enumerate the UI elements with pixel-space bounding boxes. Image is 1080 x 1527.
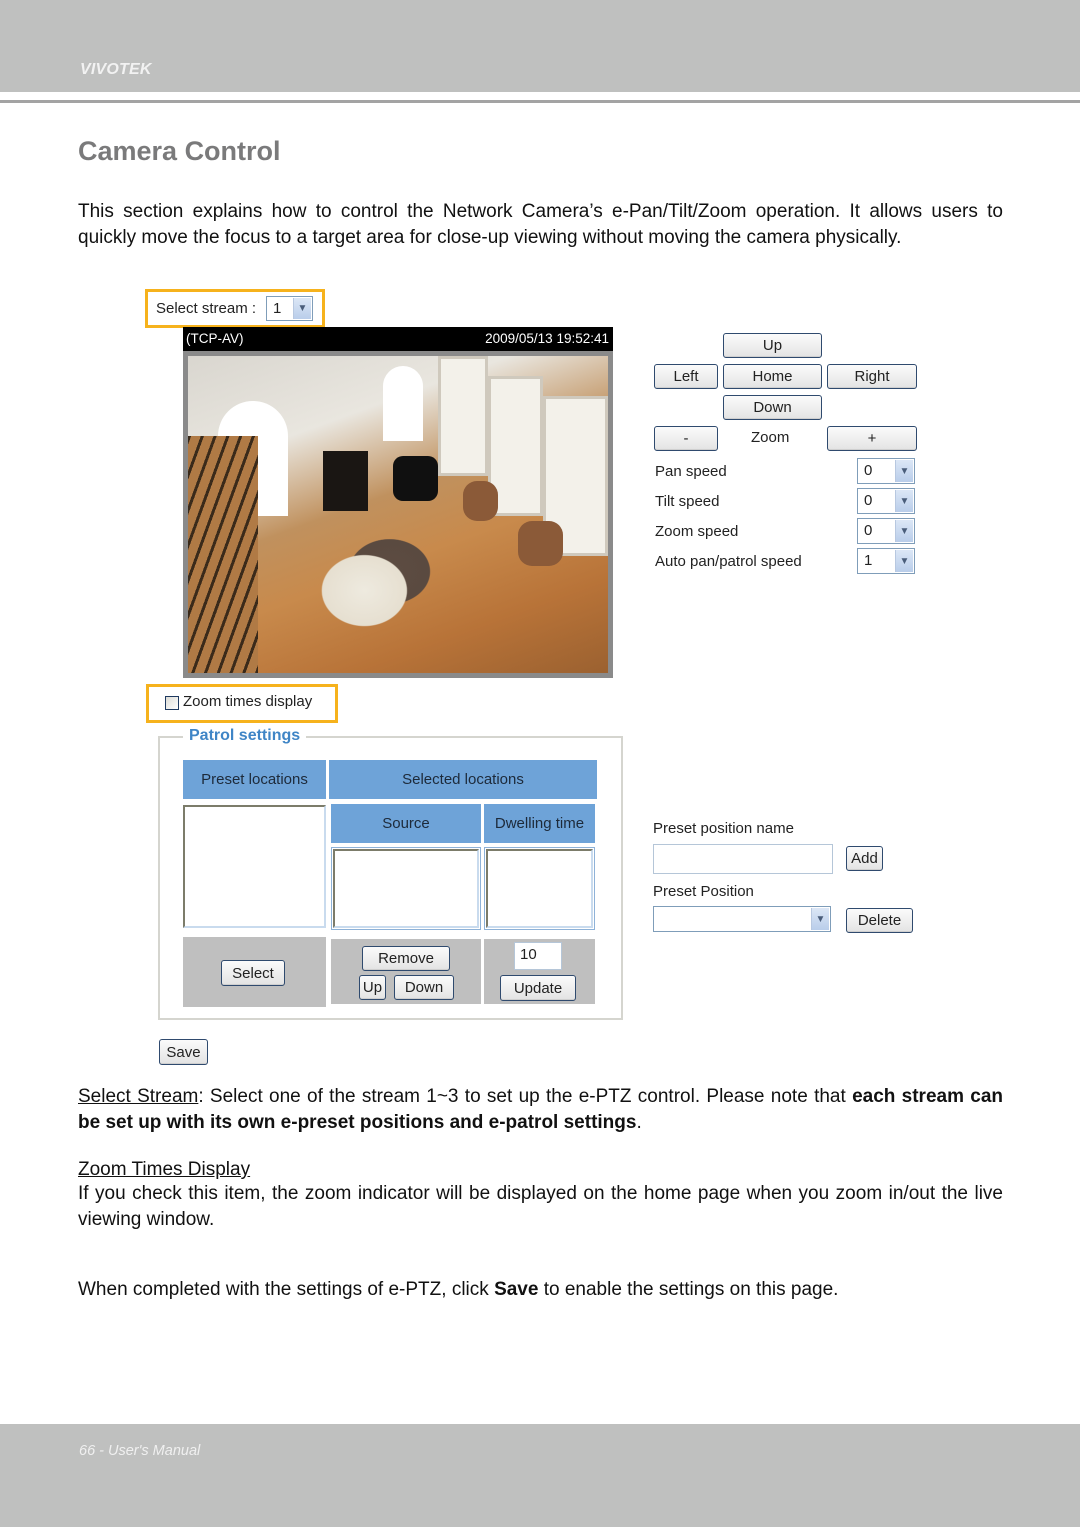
page-number: 66 - User's Manual xyxy=(79,1443,201,1459)
chevron-down-icon: ▼ xyxy=(811,908,829,930)
dwelling-time-list[interactable] xyxy=(486,849,593,928)
select-stream-paragraph: Select Stream: Select one of the stream … xyxy=(78,1084,1003,1135)
tilt-speed-dropdown[interactable]: 0 ▼ xyxy=(857,488,915,514)
camera-view[interactable]: (TCP-AV) 2009/05/13 19:52:41 xyxy=(183,327,613,678)
preset-locations-header: Preset locations xyxy=(183,760,326,799)
dwelling-list-wrap xyxy=(484,847,595,930)
preset-position-label: Preset Position xyxy=(653,883,754,900)
zoom-times-paragraph: If you check this item, the zoom indicat… xyxy=(78,1183,1003,1230)
header-divider xyxy=(0,100,1080,103)
pan-speed-label: Pan speed xyxy=(655,463,727,480)
home-button[interactable]: Home xyxy=(723,364,822,389)
preset-name-input[interactable] xyxy=(653,844,833,874)
move-up-button[interactable]: Up xyxy=(359,975,386,1000)
camera-info-bar: (TCP-AV) 2009/05/13 19:52:41 xyxy=(183,327,613,351)
preset-locations-list[interactable] xyxy=(183,805,326,928)
preset-position-dropdown[interactable]: ▼ xyxy=(653,906,831,932)
select-stream-term: Select Stream xyxy=(78,1086,199,1107)
select-button[interactable]: Select xyxy=(221,960,285,986)
move-down-button[interactable]: Down xyxy=(394,975,454,1000)
chevron-down-icon: ▼ xyxy=(895,520,913,542)
add-preset-button[interactable]: Add xyxy=(846,846,883,871)
auto-patrol-speed-dropdown[interactable]: 1 ▼ xyxy=(857,548,915,574)
zoom-speed-label: Zoom speed xyxy=(655,523,739,540)
intro-paragraph: This section explains how to control the… xyxy=(78,201,1003,248)
final-bold: Save xyxy=(494,1279,539,1300)
pan-speed-value: 0 xyxy=(864,462,873,479)
page-header: VIVOTEK xyxy=(0,0,1080,92)
save-button[interactable]: Save xyxy=(159,1039,208,1065)
chevron-down-icon: ▼ xyxy=(895,550,913,572)
patrol-settings-legend: Patrol settings xyxy=(183,727,307,745)
source-list-wrap xyxy=(331,847,481,930)
selected-locations-header: Selected locations xyxy=(329,760,597,799)
armchair xyxy=(518,521,563,566)
preset-name-label: Preset position name xyxy=(653,820,794,837)
tilt-speed-label: Tilt speed xyxy=(655,493,720,510)
auto-patrol-speed-value: 1 xyxy=(864,552,873,569)
pan-up-button[interactable]: Up xyxy=(723,333,822,358)
chevron-down-icon: ▼ xyxy=(293,298,311,319)
camera-timestamp: 2009/05/13 19:52:41 xyxy=(485,331,609,346)
camera-frame xyxy=(183,351,613,678)
final-post: to enable the settings on this page. xyxy=(538,1279,839,1300)
zoom-times-label: Zoom times display xyxy=(183,693,313,710)
camera-protocol: (TCP-AV) xyxy=(186,331,244,346)
pan-right-button[interactable]: Right xyxy=(827,364,917,389)
remove-button[interactable]: Remove xyxy=(362,946,450,971)
zoom-times-heading: Zoom Times Display xyxy=(78,1157,1003,1183)
final-pre: When completed with the settings of e-PT… xyxy=(78,1279,495,1300)
armchair xyxy=(463,481,498,521)
zoom-in-button[interactable]: + xyxy=(827,426,917,451)
select-stream-text: : Select one of the stream 1~3 to set up… xyxy=(198,1086,853,1107)
update-button[interactable]: Update xyxy=(500,975,576,1001)
zoom-speed-value: 0 xyxy=(864,522,873,539)
pan-speed-dropdown[interactable]: 0 ▼ xyxy=(857,458,915,484)
zoom-label: Zoom xyxy=(751,429,790,446)
chevron-down-icon: ▼ xyxy=(895,460,913,482)
select-stream-label: Select stream : xyxy=(156,300,257,317)
brand-logo: VIVOTEK xyxy=(80,61,152,78)
window xyxy=(438,356,488,476)
tilt-speed-value: 0 xyxy=(864,492,873,509)
select-stream-dropdown[interactable]: 1 ▼ xyxy=(266,296,313,321)
final-paragraph: When completed with the settings of e-PT… xyxy=(78,1277,1003,1303)
chevron-down-icon: ▼ xyxy=(895,490,913,512)
page-footer xyxy=(0,1424,1080,1527)
zoom-out-button[interactable]: - xyxy=(654,426,718,451)
pan-left-button[interactable]: Left xyxy=(654,364,718,389)
source-header: Source xyxy=(331,804,481,843)
bookshelf xyxy=(383,366,423,441)
select-stream-end: . xyxy=(636,1111,642,1133)
dwelling-time-header: Dwelling time xyxy=(484,804,595,843)
pan-down-button[interactable]: Down xyxy=(723,395,822,420)
staircase-railing xyxy=(188,436,258,673)
piano xyxy=(393,456,438,501)
fireplace xyxy=(323,451,368,511)
zoom-times-term: Zoom Times Display xyxy=(78,1159,251,1180)
zoom-times-highlight: Zoom times display xyxy=(146,684,338,723)
delete-preset-button[interactable]: Delete xyxy=(846,908,913,933)
zoom-speed-dropdown[interactable]: 0 ▼ xyxy=(857,518,915,544)
auto-patrol-speed-label: Auto pan/patrol speed xyxy=(655,553,802,570)
zoom-times-checkbox[interactable] xyxy=(165,696,179,710)
select-stream-value: 1 xyxy=(273,300,282,317)
select-stream-highlight: Select stream : 1 ▼ xyxy=(145,289,325,328)
source-list[interactable] xyxy=(333,849,479,928)
live-video-image[interactable] xyxy=(188,356,608,673)
page-title: Camera Control xyxy=(78,136,281,166)
dwell-time-input[interactable]: 10 xyxy=(514,942,562,970)
